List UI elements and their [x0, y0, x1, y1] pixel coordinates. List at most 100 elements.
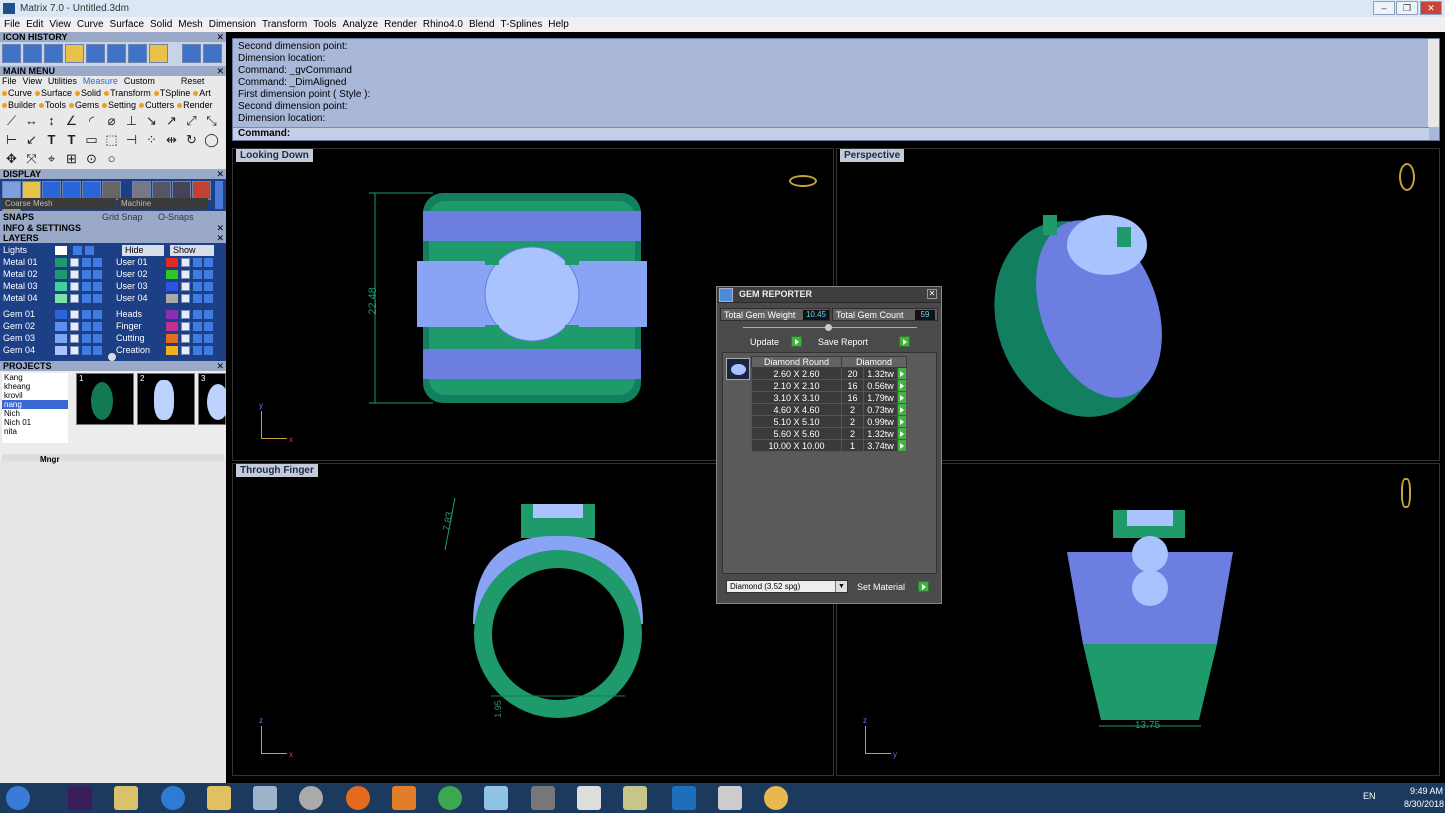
select-gem-button[interactable] — [897, 439, 907, 452]
app-icon[interactable] — [531, 786, 555, 810]
dim-leader-icon[interactable]: ↘ — [143, 113, 160, 129]
select-gem-button[interactable] — [897, 427, 907, 440]
menu-edit[interactable]: Edit — [22, 17, 45, 32]
command-input[interactable]: Command: — [233, 127, 1429, 140]
select-gem-button[interactable] — [897, 403, 907, 416]
layer-row[interactable]: Creation — [116, 345, 220, 356]
main-menu-header[interactable]: MAIN MENU ✕ — [0, 66, 226, 76]
layer-select-toggle[interactable] — [93, 334, 102, 343]
layer-select-toggle[interactable] — [204, 346, 213, 355]
mesh-select[interactable]: Coarse Mesh — [2, 198, 116, 209]
layer-color-swatch[interactable] — [166, 334, 178, 343]
leader-icon[interactable]: ↙ — [23, 132, 40, 148]
gem-tool-icon[interactable] — [23, 44, 42, 63]
layer-color-swatch[interactable] — [55, 322, 67, 331]
layer-color-swatch[interactable] — [55, 294, 67, 303]
dim-horizontal-icon[interactable]: ↔ — [23, 113, 40, 129]
dim-diameter-icon[interactable]: ⌀ — [103, 113, 120, 129]
layer-select-toggle[interactable] — [204, 310, 213, 319]
layer-row[interactable]: User 01 — [116, 257, 220, 268]
start-button[interactable] — [6, 786, 30, 810]
weight-icon[interactable]: ⊙ — [83, 151, 100, 167]
layer-row[interactable]: User 03 — [116, 281, 220, 292]
gem-report-icon[interactable] — [149, 44, 168, 63]
projects-header[interactable]: PROJECTS ✕ — [0, 361, 226, 371]
premiere-icon[interactable] — [68, 786, 92, 810]
project-item[interactable]: nita — [2, 427, 68, 436]
layer-color-swatch[interactable] — [55, 346, 67, 355]
layer-visibility-toggle[interactable] — [193, 310, 202, 319]
layers-header[interactable]: LAYERS ✕ — [0, 233, 226, 243]
gem-table-row[interactable]: 2.10 X 2.10 16 0.56tw — [751, 379, 907, 392]
layer-visibility-toggle[interactable] — [193, 346, 202, 355]
layer-visibility-toggle[interactable] — [82, 270, 91, 279]
dim-baseline-icon[interactable]: ⤡ — [203, 113, 220, 129]
arrow-right-icon[interactable] — [203, 44, 222, 63]
set-material-button[interactable]: Set Material — [857, 581, 929, 593]
text-block-icon[interactable]: T — [63, 132, 80, 148]
lock-icon[interactable] — [181, 270, 190, 279]
dimension-tool-icon[interactable] — [2, 44, 21, 63]
ie-icon[interactable] — [161, 786, 185, 810]
dim-vertical-icon[interactable]: ↕ — [43, 113, 60, 129]
lock-icon[interactable] — [70, 258, 79, 267]
grid-snap-toggle[interactable]: Grid Snap — [102, 211, 143, 223]
ring-tool-icon[interactable] — [86, 44, 105, 63]
project-thumbnail[interactable]: 2 — [137, 373, 195, 425]
layer-visibility-toggle[interactable] — [82, 334, 91, 343]
app-icon[interactable] — [484, 786, 508, 810]
layer-row[interactable]: Gem 01 — [3, 309, 107, 320]
tab-file[interactable]: File — [2, 76, 17, 86]
menu-analyze[interactable]: Analyze — [339, 17, 381, 32]
notes-icon[interactable] — [623, 786, 647, 810]
menu-rhino[interactable]: Rhino4.0 — [419, 17, 465, 32]
firefox-icon[interactable] — [346, 786, 370, 810]
layer-row[interactable]: User 02 — [116, 269, 220, 280]
lock-icon[interactable] — [70, 346, 79, 355]
menu-curve[interactable]: Curve — [73, 17, 106, 32]
material-dropdown[interactable]: Diamond (3.52 spg) ▼ — [726, 580, 848, 593]
lock-icon[interactable] — [70, 270, 79, 279]
menu-blend[interactable]: Blend — [465, 17, 497, 32]
lock-icon[interactable] — [181, 334, 190, 343]
cat-render[interactable]: Render — [177, 100, 213, 110]
dim-ordinate-icon[interactable]: ⊥ — [123, 113, 140, 129]
snap-icon[interactable]: ⌖ — [43, 151, 60, 167]
lock-icon[interactable] — [181, 282, 190, 291]
setting-tool-icon[interactable] — [65, 44, 84, 63]
select-gem-button[interactable] — [897, 379, 907, 392]
tab-view[interactable]: View — [23, 76, 42, 86]
folder-icon[interactable] — [207, 786, 231, 810]
layer-visibility-toggle[interactable] — [82, 310, 91, 319]
project-item[interactable]: Nich 01 — [2, 418, 68, 427]
menu-tsplines[interactable]: T-Splines — [497, 17, 545, 32]
display-scrollbar[interactable] — [215, 181, 223, 209]
clock-date[interactable]: 8/30/2018 — [1404, 799, 1444, 809]
menu-transform[interactable]: Transform — [258, 17, 309, 32]
dim-angle-icon[interactable]: ∠ — [63, 113, 80, 129]
display-header[interactable]: DISPLAY ✕ — [0, 169, 226, 179]
layer-tool-icon[interactable] — [128, 44, 147, 63]
cat-transform[interactable]: Transform — [104, 88, 151, 98]
layer-select-toggle[interactable] — [93, 282, 102, 291]
project-item-selected[interactable]: nang — [2, 400, 68, 409]
layer-visibility-toggle[interactable] — [193, 322, 202, 331]
chrome-icon[interactable] — [438, 786, 462, 810]
dim-chain-icon[interactable]: ⤢ — [183, 113, 200, 129]
manager-button[interactable]: Mngr — [40, 455, 60, 464]
dim-tool-icon[interactable]: ⊢ — [3, 132, 20, 148]
lock-icon[interactable] — [70, 310, 79, 319]
layer-row[interactable]: Cutting — [116, 333, 220, 344]
layer-row[interactable]: Metal 01 — [3, 257, 107, 268]
tab-utilities[interactable]: Utilities — [48, 76, 77, 86]
close-icon[interactable]: ✕ — [216, 169, 224, 179]
gem-table-row[interactable]: 3.10 X 3.10 16 1.79tw — [751, 391, 907, 404]
light-toggle[interactable] — [85, 246, 94, 255]
lock-icon[interactable] — [181, 322, 190, 331]
layer-color-swatch[interactable] — [166, 270, 178, 279]
close-icon[interactable]: ✕ — [216, 233, 224, 243]
layer-select-toggle[interactable] — [93, 322, 102, 331]
project-thumbnail[interactable]: 3 — [198, 373, 226, 425]
cat-tools[interactable]: Tools — [39, 100, 66, 110]
distance-icon[interactable]: ⇹ — [163, 132, 180, 148]
